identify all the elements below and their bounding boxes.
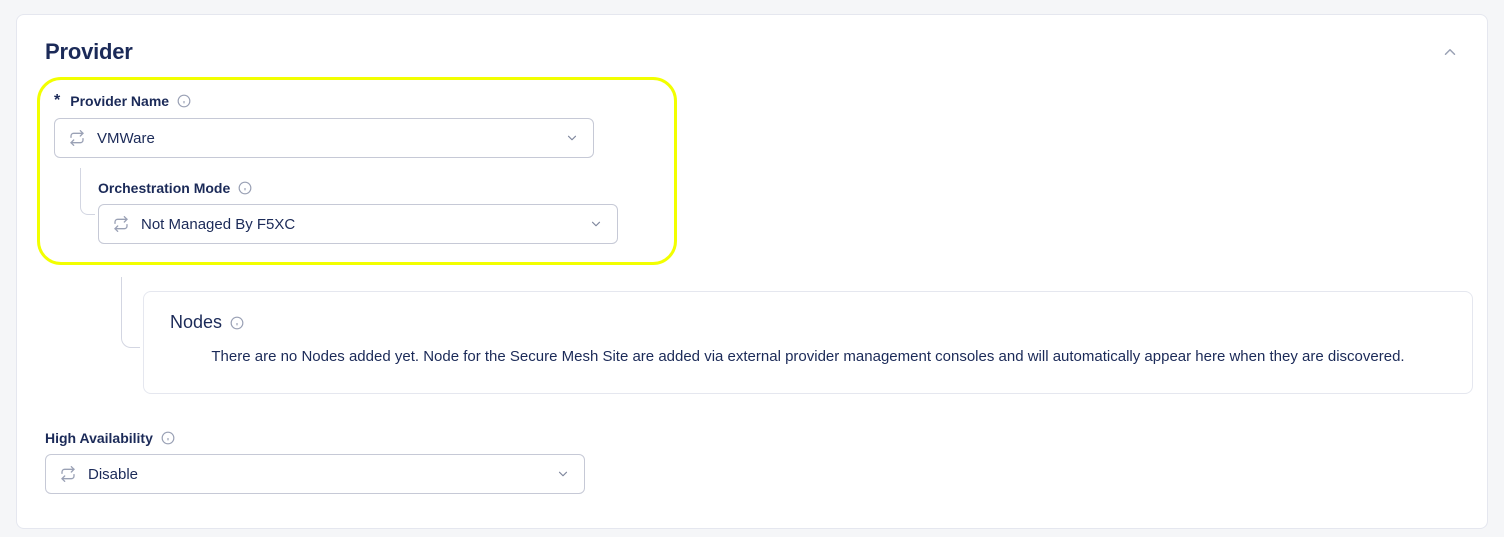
section-title: Provider bbox=[45, 39, 133, 65]
high-availability-label: High Availability bbox=[45, 430, 153, 446]
nodes-info-icon[interactable] bbox=[230, 316, 244, 330]
info-icon bbox=[238, 181, 252, 195]
high-availability-info-icon[interactable] bbox=[161, 431, 175, 445]
orchestration-mode-select[interactable]: Not Managed By F5XC bbox=[98, 204, 618, 244]
select-left: Disable bbox=[60, 466, 138, 483]
select-left: VMWare bbox=[69, 130, 155, 147]
high-availability-block: High Availability Disable bbox=[45, 430, 1459, 494]
collapse-section-toggle[interactable] bbox=[1441, 43, 1459, 61]
provider-section-card: Provider * Provider Name VMWare bbox=[16, 14, 1488, 529]
orchestration-mode-label: Orchestration Mode bbox=[98, 180, 230, 196]
high-availability-select[interactable]: Disable bbox=[45, 454, 585, 494]
orchestration-mode-block: Orchestration Mode Not Managed By F5XC bbox=[98, 180, 660, 244]
nodes-panel: Nodes There are no Nodes added yet. Node… bbox=[143, 291, 1473, 394]
chevron-down-icon bbox=[565, 131, 579, 145]
provider-name-select[interactable]: VMWare bbox=[54, 118, 594, 158]
switch-icon bbox=[60, 466, 76, 482]
provider-name-label-row: * Provider Name bbox=[54, 92, 660, 110]
nodes-block: Nodes There are no Nodes added yet. Node… bbox=[143, 291, 1459, 394]
section-header: Provider bbox=[45, 39, 1459, 65]
high-availability-label-row: High Availability bbox=[45, 430, 1459, 446]
required-marker: * bbox=[54, 92, 60, 110]
chevron-down-icon bbox=[556, 467, 570, 481]
nodes-description: There are no Nodes added yet. Node for t… bbox=[170, 345, 1446, 369]
orchestration-mode-value: Not Managed By F5XC bbox=[141, 216, 295, 233]
select-left: Not Managed By F5XC bbox=[113, 216, 295, 233]
provider-name-value: VMWare bbox=[97, 130, 155, 147]
nodes-title-row: Nodes bbox=[170, 312, 1446, 333]
chevron-up-icon bbox=[1441, 43, 1459, 61]
orchestration-mode-label-row: Orchestration Mode bbox=[98, 180, 660, 196]
switch-icon bbox=[113, 216, 129, 232]
orchestration-mode-info-icon[interactable] bbox=[238, 181, 252, 195]
info-icon bbox=[177, 94, 191, 108]
provider-name-label: Provider Name bbox=[70, 93, 169, 109]
chevron-down-icon bbox=[589, 217, 603, 231]
nodes-title: Nodes bbox=[170, 312, 222, 333]
info-icon bbox=[161, 431, 175, 445]
provider-name-info-icon[interactable] bbox=[177, 94, 191, 108]
high-availability-value: Disable bbox=[88, 466, 138, 483]
info-icon bbox=[230, 316, 244, 330]
highlight-annotation-box: * Provider Name VMWare Orchestration Mod… bbox=[37, 77, 677, 265]
switch-icon bbox=[69, 130, 85, 146]
